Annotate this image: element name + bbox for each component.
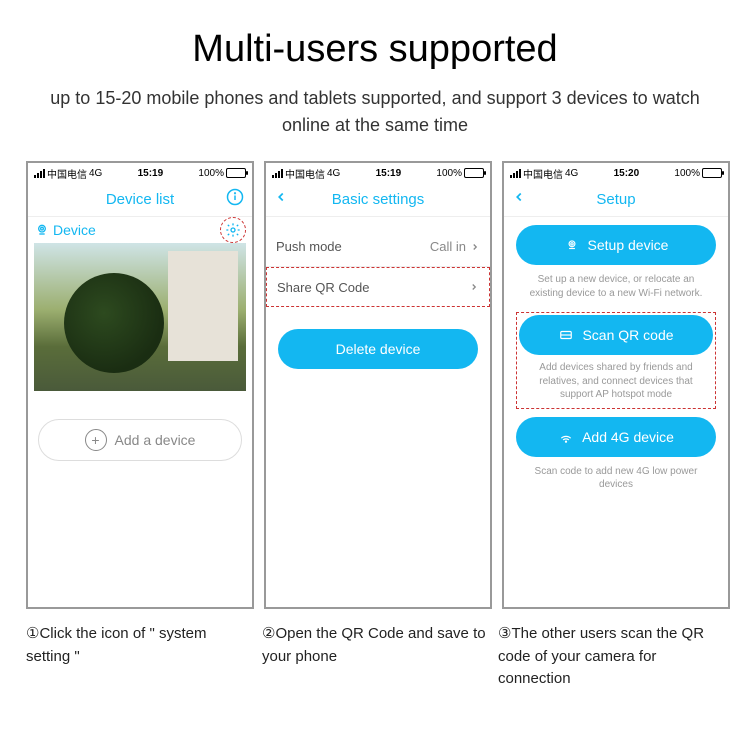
signal-icon — [558, 430, 574, 444]
row-label: Push mode — [276, 239, 342, 254]
nav-title: Device list — [106, 191, 174, 208]
nav-title: Setup — [596, 191, 635, 208]
camera-icon — [34, 222, 50, 238]
push-mode-row[interactable]: Push mode Call in — [266, 227, 490, 267]
battery-icon — [226, 168, 246, 178]
caption-3: ③The other users scan the QR code of you… — [498, 623, 724, 691]
plus-icon: + — [85, 429, 107, 451]
page-title: Multi-users supported — [0, 0, 750, 71]
battery-pct: 100% — [198, 168, 224, 179]
phone-1: 中国电信 4G 15:19 100% Device list Device — [26, 161, 254, 609]
status-time: 15:20 — [578, 168, 674, 179]
delete-device-button[interactable]: Delete device — [278, 329, 478, 369]
signal-icon — [510, 169, 521, 178]
share-qr-row[interactable]: Share QR Code — [266, 267, 490, 307]
battery-icon — [464, 168, 484, 178]
network-type: 4G — [565, 168, 578, 179]
scan-qr-highlight: Scan QR code Add devices shared by frien… — [516, 312, 716, 409]
add-device-button[interactable]: + Add a device — [38, 419, 242, 461]
nav-title: Basic settings — [332, 191, 425, 208]
page-subtitle: up to 15-20 mobile phones and tablets su… — [0, 85, 750, 139]
settings-gear-highlight[interactable] — [220, 217, 246, 243]
back-button[interactable] — [512, 190, 526, 209]
caption-1: ①Click the icon of " system setting " — [26, 623, 252, 691]
info-icon[interactable] — [226, 188, 244, 211]
chevron-right-icon — [469, 282, 479, 292]
nav-bar: Setup — [504, 183, 728, 217]
signal-icon — [272, 169, 283, 178]
scan-qr-button[interactable]: Scan QR code — [519, 315, 713, 355]
caption-2: ②Open the QR Code and save to your phone — [262, 623, 488, 691]
carrier-name: 中国电信 — [47, 166, 87, 181]
status-time: 15:19 — [102, 168, 198, 179]
captions-row: ①Click the icon of " system setting " ②O… — [0, 609, 750, 691]
row-value: Call in — [430, 239, 466, 254]
status-bar: 中国电信 4G 15:19 100% — [266, 163, 490, 183]
phone-3: 中国电信 4G 15:20 100% Setup Setup device Se… — [502, 161, 730, 609]
add-4g-button[interactable]: Add 4G device — [516, 417, 716, 457]
device-label: Device — [34, 222, 96, 238]
carrier-name: 中国电信 — [285, 166, 325, 181]
camera-icon — [564, 238, 580, 252]
chevron-left-icon — [274, 190, 288, 204]
setup-device-desc: Set up a new device, or relocate an exis… — [516, 265, 716, 312]
chevron-right-icon — [470, 242, 480, 252]
screenshots-row: 中国电信 4G 15:19 100% Device list Device — [0, 139, 750, 609]
qr-icon — [558, 328, 574, 342]
signal-icon — [34, 169, 45, 178]
battery-pct: 100% — [436, 168, 462, 179]
gear-icon — [225, 222, 241, 238]
row-label: Share QR Code — [277, 280, 370, 295]
status-time: 15:19 — [340, 168, 436, 179]
status-bar: 中国电信 4G 15:20 100% — [504, 163, 728, 183]
network-type: 4G — [327, 168, 340, 179]
camera-feed-thumbnail[interactable] — [34, 243, 246, 391]
add-4g-desc: Scan code to add new 4G low power device… — [516, 457, 716, 504]
chevron-left-icon — [512, 190, 526, 204]
phone-2: 中国电信 4G 15:19 100% Basic settings Push m… — [264, 161, 492, 609]
battery-pct: 100% — [674, 168, 700, 179]
device-header-row: Device — [28, 217, 252, 243]
battery-icon — [702, 168, 722, 178]
back-button[interactable] — [274, 190, 288, 209]
setup-device-button[interactable]: Setup device — [516, 225, 716, 265]
nav-bar: Basic settings — [266, 183, 490, 217]
status-bar: 中国电信 4G 15:19 100% — [28, 163, 252, 183]
carrier-name: 中国电信 — [523, 166, 563, 181]
nav-bar: Device list — [28, 183, 252, 217]
network-type: 4G — [89, 168, 102, 179]
scan-qr-desc: Add devices shared by friends and relati… — [519, 355, 713, 406]
